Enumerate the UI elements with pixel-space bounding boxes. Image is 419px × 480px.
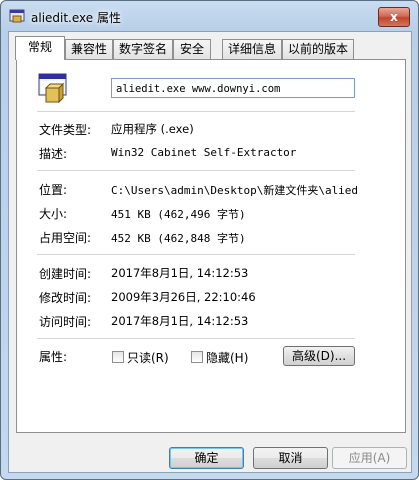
accessed-value: 2017年8月1日, 14:12:53 bbox=[111, 314, 249, 328]
close-button[interactable]: x bbox=[378, 7, 410, 27]
close-icon: x bbox=[390, 10, 398, 24]
cancel-button[interactable]: 取消 bbox=[253, 447, 328, 469]
accessed-label: 访问时间: bbox=[39, 315, 92, 329]
size-on-disk-value: 452 KB (462,848 字节) bbox=[111, 232, 246, 245]
apply-button[interactable]: 应用(A) bbox=[332, 447, 407, 469]
separator bbox=[37, 170, 355, 171]
properties-window: aliedit.exe 属性 x 常规 兼容性 数字签名 安全 详细信息 以前的… bbox=[0, 0, 419, 480]
location-value[interactable]: C:\Users\admin\Desktop\新建文件夹\aliedit bbox=[111, 182, 357, 198]
modified-label: 修改时间: bbox=[39, 291, 92, 305]
general-panel: aliedit.exe www.downyi.com 文件类型: 应用程序 (.… bbox=[16, 59, 406, 433]
title-bar[interactable]: aliedit.exe 属性 x bbox=[1, 1, 418, 31]
size-label: 大小: bbox=[39, 207, 68, 221]
tab-digital-signatures[interactable]: 数字签名 bbox=[113, 39, 173, 59]
tab-compatibility[interactable]: 兼容性 bbox=[65, 39, 113, 59]
dialog-body: 常规 兼容性 数字签名 安全 详细信息 以前的版本 aliedit.exe ww… bbox=[8, 31, 412, 473]
tab-security[interactable]: 安全 bbox=[173, 39, 211, 59]
separator bbox=[37, 111, 355, 112]
separator bbox=[37, 254, 355, 255]
tab-previous-versions[interactable]: 以前的版本 bbox=[282, 39, 354, 59]
application-icon bbox=[9, 9, 25, 23]
size-on-disk-label: 占用空间: bbox=[39, 231, 92, 245]
attributes-label: 属性: bbox=[39, 350, 68, 364]
tab-details[interactable]: 详细信息 bbox=[222, 39, 282, 59]
file-type-label: 文件类型: bbox=[39, 123, 92, 137]
created-label: 创建时间: bbox=[39, 267, 92, 281]
readonly-checkbox[interactable] bbox=[112, 351, 124, 363]
location-label: 位置: bbox=[39, 183, 68, 197]
size-value: 451 KB (462,496 字节) bbox=[111, 208, 246, 221]
separator bbox=[37, 338, 355, 339]
hidden-checkbox[interactable] bbox=[191, 351, 203, 363]
ok-button[interactable]: 确定 bbox=[169, 447, 244, 469]
readonly-label[interactable]: 只读(R) bbox=[127, 349, 169, 366]
created-value: 2017年8月1日, 14:12:53 bbox=[111, 266, 249, 280]
description-value: Win32 Cabinet Self-Extractor bbox=[111, 146, 297, 159]
description-label: 描述: bbox=[39, 147, 68, 161]
tab-general[interactable]: 常规 bbox=[15, 36, 65, 60]
filename-input[interactable]: aliedit.exe www.downyi.com bbox=[111, 78, 355, 98]
hidden-label[interactable]: 隐藏(H) bbox=[206, 349, 248, 366]
modified-value: 2009年3月26日, 22:10:46 bbox=[111, 290, 256, 304]
window-title: aliedit.exe 属性 bbox=[31, 11, 121, 25]
exe-file-icon bbox=[38, 73, 67, 104]
advanced-button[interactable]: 高级(D)... bbox=[283, 346, 355, 366]
file-type-value: 应用程序 (.exe) bbox=[111, 122, 194, 136]
